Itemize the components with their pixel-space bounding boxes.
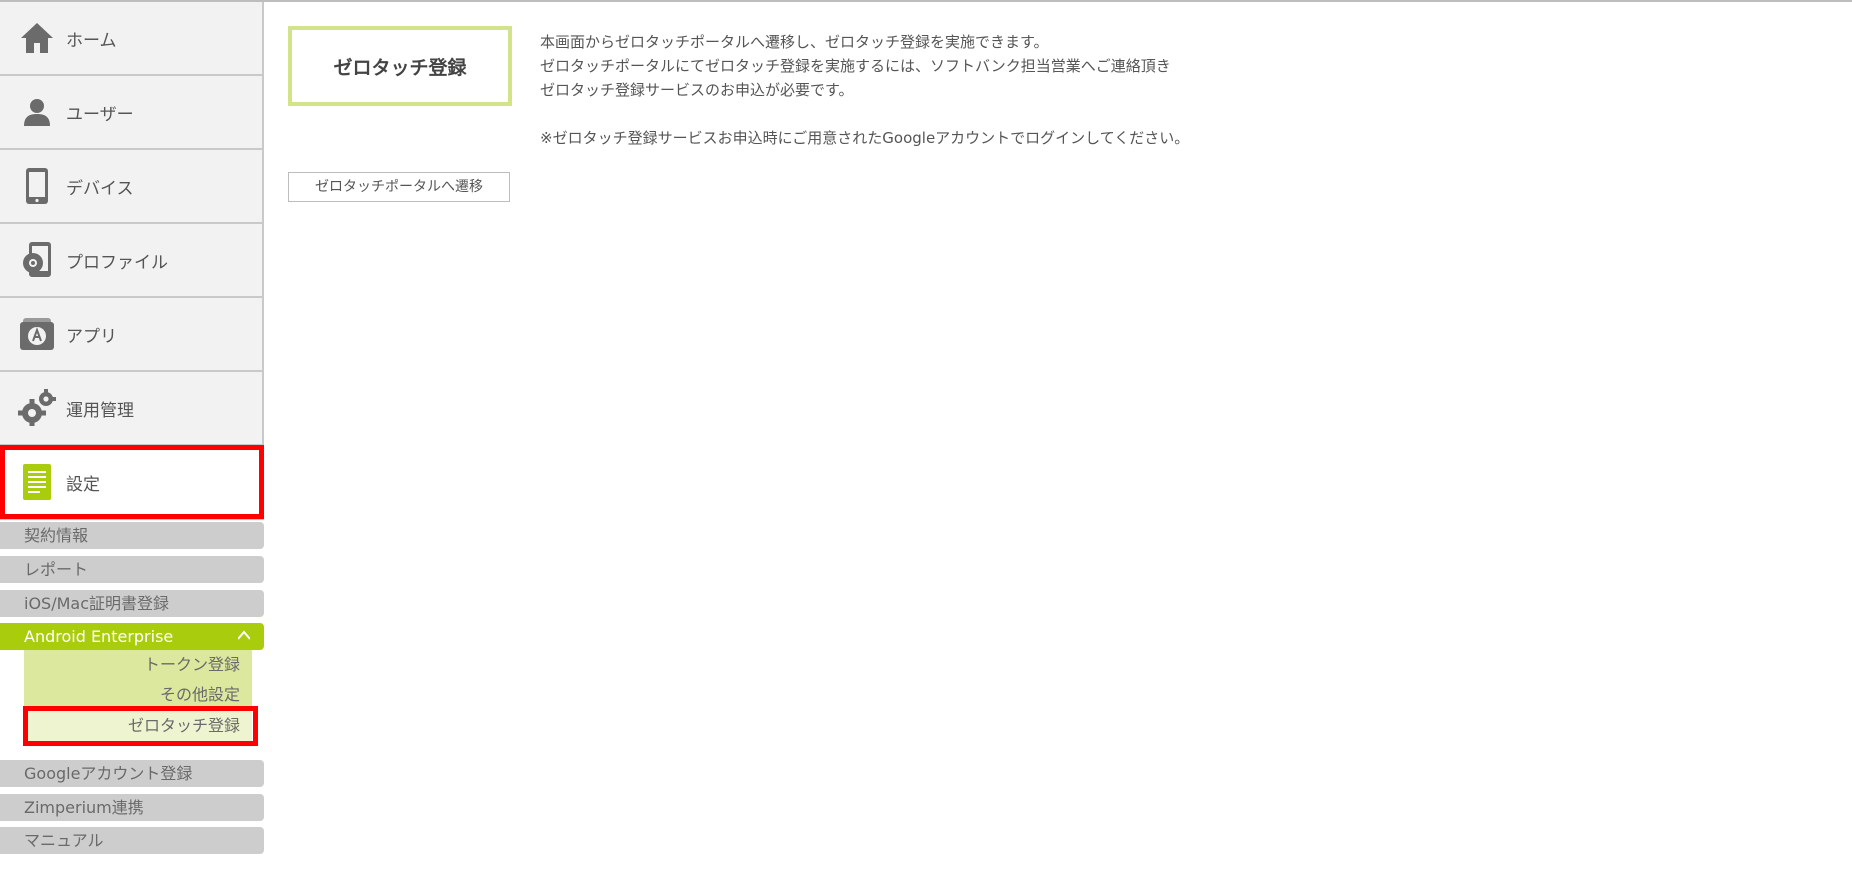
page-title: ゼロタッチ登録	[288, 26, 512, 106]
top-border	[0, 0, 1852, 2]
sidebar-item-profile[interactable]: プロファイル	[0, 224, 264, 298]
sidebar-item-users[interactable]: ユーザー	[0, 76, 264, 150]
zerotouch-portal-button[interactable]: ゼロタッチポータルへ遷移	[288, 172, 510, 202]
android-submenu-token[interactable]: トークン登録	[24, 650, 252, 680]
user-icon	[17, 92, 57, 132]
sidebar-item-label: ユーザー	[66, 104, 134, 125]
sidebar-item-devices[interactable]: デバイス	[0, 150, 264, 224]
description-line: 本画面からゼロタッチポータルへ遷移し、ゼロタッチ登録を実施できます。	[540, 33, 1049, 51]
smartphone-icon	[17, 166, 57, 206]
description-line: ゼロタッチポータルにてゼロタッチ登録を実施するには、ソフトバンク担当営業へご連絡…	[540, 57, 1171, 75]
submenu-item-manual[interactable]: マニュアル	[0, 827, 264, 854]
app-icon	[17, 314, 57, 354]
sidebar: ホーム ユーザー デバイス プロファイル アプリ 運用管理 設定 契約情報 レポ…	[0, 2, 264, 876]
sidebar-item-operations[interactable]: 運用管理	[0, 372, 264, 446]
submenu-item-zimperium[interactable]: Zimperium連携	[0, 794, 264, 821]
description-note: ※ゼロタッチ登録サービスお申込時にご用意されたGoogleアカウントでログインし…	[540, 129, 1190, 147]
sidebar-item-label: アプリ	[66, 326, 117, 347]
home-icon	[17, 18, 57, 58]
sidebar-item-label: ホーム	[66, 30, 117, 51]
chevron-up-icon	[238, 630, 250, 640]
android-submenu-zerotouch[interactable]: ゼロタッチ登録	[24, 711, 252, 741]
sidebar-item-label: デバイス	[66, 178, 134, 199]
document-icon	[17, 462, 57, 502]
sidebar-item-label: 設定	[66, 474, 100, 495]
sidebar-item-settings[interactable]: 設定	[0, 446, 264, 520]
submenu-item-android-enterprise[interactable]: Android Enterprise	[0, 623, 264, 650]
sidebar-item-apps[interactable]: アプリ	[0, 298, 264, 372]
submenu-item-contract[interactable]: 契約情報	[0, 522, 264, 549]
sidebar-item-label: 運用管理	[66, 400, 134, 421]
submenu-item-google-account[interactable]: Googleアカウント登録	[0, 760, 264, 787]
sidebar-item-home[interactable]: ホーム	[0, 2, 264, 76]
submenu-item-report[interactable]: レポート	[0, 556, 264, 583]
profile-icon	[17, 240, 57, 280]
description: 本画面からゼロタッチポータルへ遷移し、ゼロタッチ登録を実施できます。 ゼロタッチ…	[540, 30, 1189, 150]
description-line: ゼロタッチ登録サービスのお申込が必要です。	[540, 81, 854, 99]
submenu-item-ios-cert[interactable]: iOS/Mac証明書登録	[0, 590, 264, 617]
android-submenu-other[interactable]: その他設定	[24, 680, 252, 710]
gears-icon	[17, 388, 57, 428]
sidebar-item-label: プロファイル	[66, 252, 168, 273]
